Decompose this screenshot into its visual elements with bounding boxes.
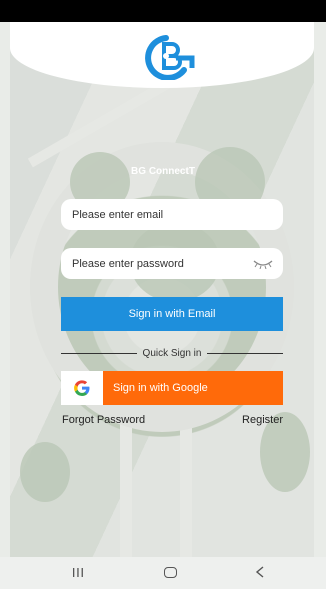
register-link[interactable]: Register <box>242 414 283 426</box>
password-field[interactable] <box>61 248 283 279</box>
app-name: BG ConnectT <box>131 166 195 177</box>
divider-line <box>61 352 137 354</box>
google-icon <box>74 380 90 396</box>
quick-sign-in-label: Quick Sign in <box>142 347 202 359</box>
back-icon[interactable] <box>255 566 265 578</box>
quick-sign-in-divider: Quick Sign in <box>61 347 284 359</box>
home-icon[interactable] <box>164 567 177 578</box>
recent-apps-icon[interactable] <box>72 567 84 578</box>
divider-line <box>207 352 284 354</box>
map-overlay <box>10 22 314 557</box>
email-field[interactable] <box>61 199 283 230</box>
navigation-bar <box>0 557 326 589</box>
sign-in-google-label: Sign in with Google <box>113 382 208 394</box>
email-input[interactable] <box>70 207 283 222</box>
google-icon-box <box>61 371 103 405</box>
bg-logo-icon <box>145 35 195 80</box>
sign-in-email-button[interactable]: Sign in with Email <box>61 297 283 331</box>
status-bar <box>0 0 326 22</box>
sign-in-google-button[interactable]: Sign in with Google <box>61 371 283 405</box>
eye-closed-icon[interactable] <box>253 259 273 269</box>
login-screen: BG ConnectT Sign in with Email Quick Sig… <box>0 0 326 589</box>
password-input[interactable] <box>70 256 283 271</box>
forgot-password-link[interactable]: Forgot Password <box>62 414 145 426</box>
